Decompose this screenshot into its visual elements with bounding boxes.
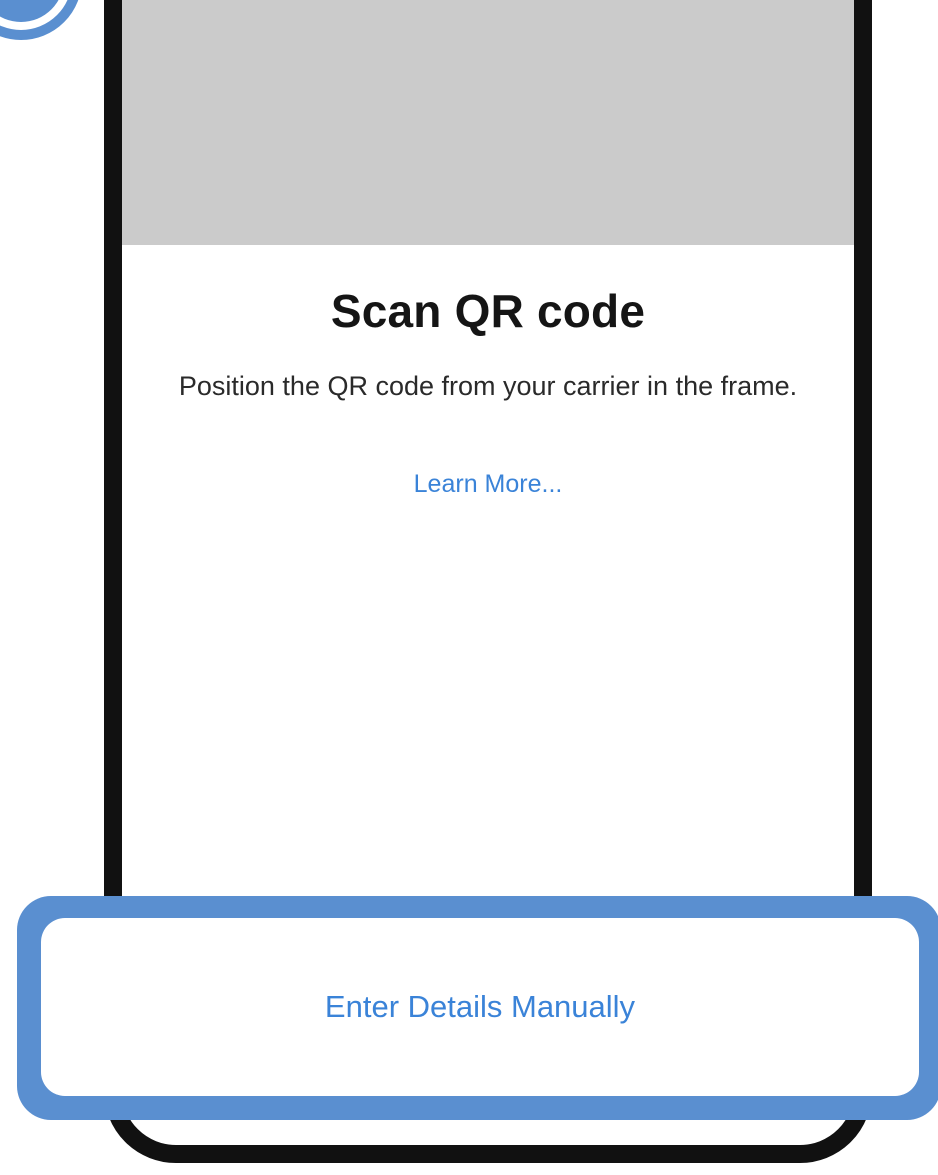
- scan-instructions: Position the QR code from your carrier i…: [178, 371, 798, 401]
- learn-more-link[interactable]: Learn More...: [122, 470, 854, 499]
- manual-entry-highlight: Enter Details Manually: [17, 896, 938, 1120]
- enter-details-manually-button[interactable]: Enter Details Manually: [41, 918, 919, 1096]
- page-title: Scan QR code: [330, 285, 646, 337]
- step-badge-fill: [0, 0, 64, 22]
- camera-viewfinder: [122, 0, 854, 245]
- step-badge-icon: [0, 0, 82, 40]
